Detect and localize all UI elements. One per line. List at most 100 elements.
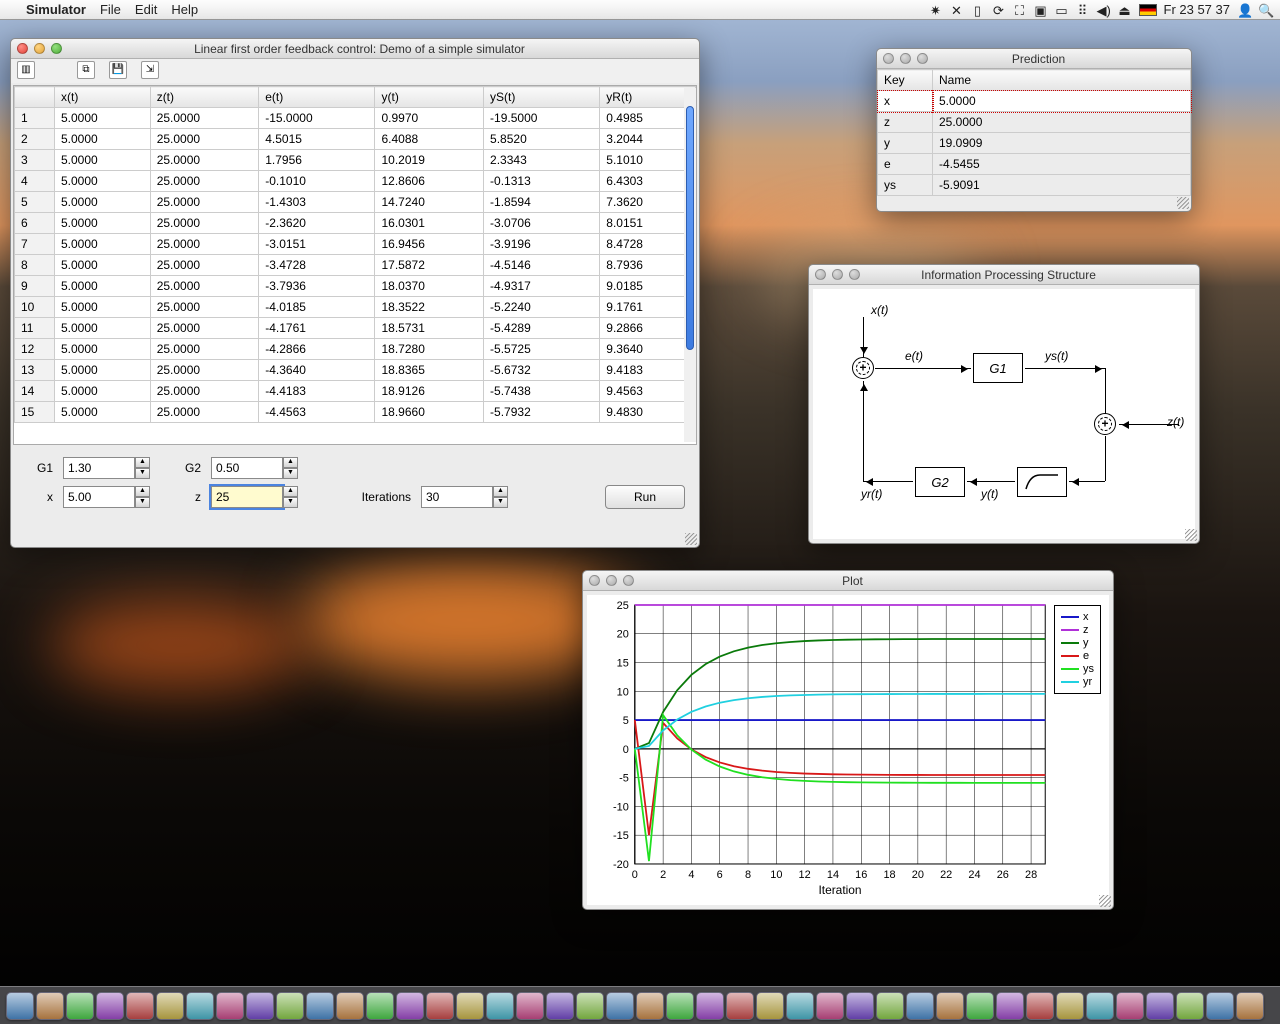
binoculars-icon[interactable]: ⛶ [1013, 3, 1027, 17]
dock-app-icon[interactable] [366, 992, 394, 1020]
plot-titlebar[interactable]: Plot [583, 571, 1113, 591]
dock-app-icon[interactable] [186, 992, 214, 1020]
dock-app-icon[interactable] [876, 992, 904, 1020]
stepper-down-icon[interactable]: ▼ [135, 497, 150, 508]
dock-app-icon[interactable] [516, 992, 544, 1020]
iterations-input[interactable]: ▲▼ [421, 486, 521, 508]
resize-grip-icon[interactable] [1099, 895, 1111, 907]
dock-app-icon[interactable] [36, 992, 64, 1020]
evernote-icon[interactable]: ✷ [929, 3, 943, 17]
app-menu[interactable]: Simulator [26, 2, 86, 17]
g1-input[interactable]: ▲▼ [63, 457, 163, 479]
z-input[interactable]: ▲▼ [211, 486, 311, 508]
dock-app-icon[interactable] [996, 992, 1024, 1020]
dock-app-icon[interactable] [306, 992, 334, 1020]
dock-app-icon[interactable] [1086, 992, 1114, 1020]
prediction-table[interactable]: Key Name x5.0000z25.0000y19.0909e-4.5455… [877, 69, 1191, 196]
table-row[interactable]: 75.000025.0000-3.015116.9456-3.91968.472… [15, 234, 696, 255]
timemachine-icon[interactable]: ⟳ [992, 3, 1006, 17]
resize-grip-icon[interactable] [685, 533, 697, 545]
dock-app-icon[interactable] [396, 992, 424, 1020]
eject-icon[interactable]: ⏏ [1118, 3, 1132, 17]
dock-app-icon[interactable] [456, 992, 484, 1020]
dock-app-icon[interactable] [96, 992, 124, 1020]
table-row[interactable]: 95.000025.0000-3.793618.0370-4.93179.018… [15, 276, 696, 297]
status-icon-2[interactable]: ▯ [971, 3, 985, 17]
spotlight-icon[interactable]: 🔍 [1258, 3, 1272, 17]
dock-app-icon[interactable] [816, 992, 844, 1020]
table-row[interactable]: 65.000025.0000-2.362016.0301-3.07068.015… [15, 213, 696, 234]
dock-app-icon[interactable] [756, 992, 784, 1020]
resize-grip-icon[interactable] [1185, 529, 1197, 541]
dock-app-icon[interactable] [1176, 992, 1204, 1020]
results-table[interactable]: x(t)z(t)e(t)y(t)yS(t)yR(t) 15.000025.000… [13, 85, 697, 445]
stepper-down-icon[interactable]: ▼ [283, 468, 298, 479]
dock-app-icon[interactable] [276, 992, 304, 1020]
new-doc-button[interactable]: ▥ [17, 61, 35, 79]
menu-help[interactable]: Help [171, 2, 198, 17]
dock-app-icon[interactable] [846, 992, 874, 1020]
stepper-up-icon[interactable]: ▲ [283, 457, 298, 468]
table-row[interactable]: 115.000025.0000-4.176118.5731-5.42899.28… [15, 318, 696, 339]
table-row[interactable]: 85.000025.0000-3.472817.5872-4.51468.793… [15, 255, 696, 276]
flag-de-icon[interactable] [1139, 4, 1157, 16]
camera-icon[interactable]: ▣ [1034, 3, 1048, 17]
dock-app-icon[interactable] [936, 992, 964, 1020]
prediction-titlebar[interactable]: Prediction [877, 49, 1191, 69]
status-icon[interactable]: ✕ [950, 3, 964, 17]
table-row[interactable]: 35.000025.00001.795610.20192.33435.1010 [15, 150, 696, 171]
table-row[interactable]: e-4.5455 [878, 154, 1191, 175]
scrollbar-thumb[interactable] [686, 106, 694, 350]
dock-app-icon[interactable] [126, 992, 154, 1020]
display-icon[interactable]: ▭ [1055, 3, 1069, 17]
dock-app-icon[interactable] [1026, 992, 1054, 1020]
dock-app-icon[interactable] [1146, 992, 1174, 1020]
table-row[interactable]: 125.000025.0000-4.286618.7280-5.57259.36… [15, 339, 696, 360]
table-row[interactable]: 55.000025.0000-1.430314.7240-1.85947.362… [15, 192, 696, 213]
resize-grip-icon[interactable] [1177, 197, 1189, 209]
table-row[interactable]: 45.000025.0000-0.101012.8606-0.13136.430… [15, 171, 696, 192]
stepper-up-icon[interactable]: ▲ [493, 486, 508, 497]
table-row[interactable]: y19.0909 [878, 133, 1191, 154]
table-row[interactable]: x5.0000 [878, 91, 1191, 112]
menu-file[interactable]: File [100, 2, 121, 17]
dock-app-icon[interactable] [1206, 992, 1234, 1020]
dock-app-icon[interactable] [576, 992, 604, 1020]
stepper-up-icon[interactable]: ▲ [283, 486, 298, 497]
user-icon[interactable]: 👤 [1237, 3, 1251, 17]
x-input[interactable]: ▲▼ [63, 486, 163, 508]
table-row[interactable]: 155.000025.0000-4.456318.9660-5.79329.48… [15, 402, 696, 423]
table-row[interactable]: 145.000025.0000-4.418318.9126-5.74389.45… [15, 381, 696, 402]
dock-app-icon[interactable] [1056, 992, 1084, 1020]
dock-app-icon[interactable] [636, 992, 664, 1020]
dock-app-icon[interactable] [426, 992, 454, 1020]
dock-app-icon[interactable] [216, 992, 244, 1020]
g2-input[interactable]: ▲▼ [211, 457, 311, 479]
dock-app-icon[interactable] [666, 992, 694, 1020]
stepper-down-icon[interactable]: ▼ [135, 468, 150, 479]
dock-app-icon[interactable] [6, 992, 34, 1020]
stepper-up-icon[interactable]: ▲ [135, 457, 150, 468]
stepper-down-icon[interactable]: ▼ [283, 497, 298, 508]
menubar-clock[interactable]: Fr 23 57 37 [1164, 2, 1231, 17]
text-input-icon[interactable]: ⠿ [1076, 3, 1090, 17]
stepper-up-icon[interactable]: ▲ [135, 486, 150, 497]
dock-app-icon[interactable] [246, 992, 274, 1020]
table-row[interactable]: 135.000025.0000-4.364018.8365-5.67329.41… [15, 360, 696, 381]
dock-app-icon[interactable] [966, 992, 994, 1020]
export-button[interactable]: ⇲ [141, 61, 159, 79]
dock-app-icon[interactable] [786, 992, 814, 1020]
dock-app-icon[interactable] [546, 992, 574, 1020]
dock-app-icon[interactable] [1116, 992, 1144, 1020]
dock-app-icon[interactable] [606, 992, 634, 1020]
dock-app-icon[interactable] [156, 992, 184, 1020]
simulator-titlebar[interactable]: Linear first order feedback control: Dem… [11, 39, 699, 59]
copy-button[interactable]: ⧉ [77, 61, 95, 79]
dock-app-icon[interactable] [1236, 992, 1264, 1020]
volume-icon[interactable]: ◀) [1097, 3, 1111, 17]
table-row[interactable]: ys-5.9091 [878, 175, 1191, 196]
table-row[interactable]: 15.000025.0000-15.00000.9970-19.50000.49… [15, 108, 696, 129]
table-row[interactable]: 25.000025.00004.50156.40885.85203.2044 [15, 129, 696, 150]
dock-app-icon[interactable] [696, 992, 724, 1020]
dock-app-icon[interactable] [486, 992, 514, 1020]
